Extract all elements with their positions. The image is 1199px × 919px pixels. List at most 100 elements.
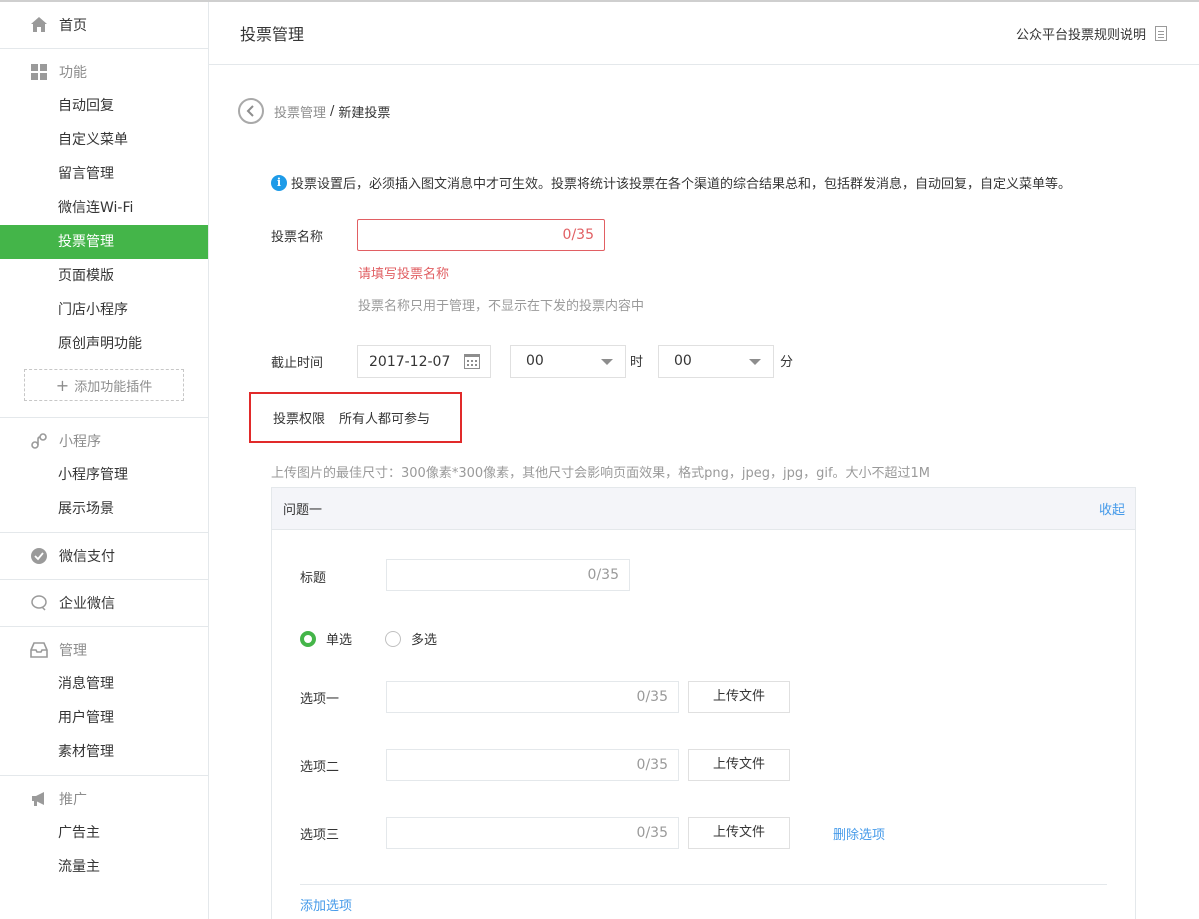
sidebar-item-materials[interactable]: 素材管理	[0, 735, 208, 769]
option-counter: 0/35	[636, 757, 668, 773]
vote-name-label: 投票名称	[271, 230, 324, 245]
minute-value: 00	[674, 353, 692, 369]
minute-unit: 分	[780, 355, 794, 370]
sidebar-item-pay[interactable]: 微信支付	[0, 539, 208, 573]
vote-type-radio-group: 单选 多选	[300, 629, 437, 648]
calendar-icon	[464, 354, 480, 369]
date-value: 2017-12-07	[369, 353, 451, 370]
sidebar-section-label: 功能	[59, 65, 87, 81]
breadcrumb: 投票管理 / 新建投票	[238, 98, 390, 124]
upload-file-button[interactable]: 上传文件	[688, 749, 790, 781]
chat-bubble-icon	[30, 594, 48, 612]
question-title-input[interactable]: 0/35	[386, 559, 630, 591]
sidebar-item-work[interactable]: 企业微信	[0, 586, 208, 620]
question-header: 问题一 收起	[272, 488, 1135, 530]
add-plugin-button[interactable]: + 添加功能插件	[24, 369, 184, 401]
info-icon: i	[271, 174, 287, 191]
sidebar-home-label: 首页	[59, 18, 87, 34]
chevron-down-icon	[601, 359, 613, 365]
info-tip-text: 投票设置后，必须插入图文消息中才可生效。投票将统计该投票在各个渠道的综合结果总和…	[291, 177, 1072, 192]
permission-value: 所有人都可参与	[339, 412, 431, 427]
sidebar-item-miniprogram-manage[interactable]: 小程序管理	[0, 458, 208, 492]
sidebar-item-original[interactable]: 原创声明功能	[0, 327, 208, 361]
sidebar-work-label: 企业微信	[59, 596, 115, 612]
vote-name-input[interactable]: 0/35	[357, 219, 605, 251]
sidebar-section-function: 功能	[0, 55, 208, 89]
rules-link[interactable]: 公众平台投票规则说明	[1016, 24, 1167, 43]
option-label: 选项二	[300, 760, 340, 775]
vote-name-hint: 投票名称只用于管理，不显示在下发的投票内容中	[358, 299, 645, 314]
hour-select[interactable]: 00	[510, 345, 626, 378]
sidebar-group-miniprogram: 小程序 小程序管理 展示场景	[0, 418, 208, 533]
sidebar-section-manage: 管理	[0, 633, 208, 667]
question-title-label: 标题	[300, 571, 327, 586]
wechat-pay-icon	[30, 547, 48, 565]
single-choice-label[interactable]: 单选	[326, 629, 352, 648]
sidebar-item-page-template[interactable]: 页面模版	[0, 259, 208, 293]
rules-link-label: 公众平台投票规则说明	[1015, 27, 1146, 43]
vote-name-error: 请填写投票名称	[358, 267, 450, 282]
megaphone-icon	[30, 790, 48, 808]
breadcrumb-parent[interactable]: 投票管理	[274, 102, 326, 121]
sidebar-item-advertiser[interactable]: 广告主	[0, 816, 208, 850]
option-input[interactable]: 0/35	[386, 749, 679, 781]
minute-select[interactable]: 00	[658, 345, 774, 378]
date-picker[interactable]: 2017-12-07	[357, 345, 491, 378]
sidebar-group-work: 企业微信	[0, 580, 208, 627]
multiple-choice-radio[interactable]	[385, 630, 402, 647]
collapse-link[interactable]: 收起	[1099, 499, 1125, 518]
chevron-down-icon	[749, 359, 761, 365]
sidebar-section-label: 管理	[59, 643, 87, 659]
question-title: 问题一	[283, 503, 323, 518]
document-icon	[1155, 25, 1167, 41]
sidebar-section-label: 推广	[59, 792, 87, 808]
option-label: 选项一	[300, 692, 340, 707]
sidebar-item-auto-reply[interactable]: 自动回复	[0, 89, 208, 123]
option-input[interactable]: 0/35	[386, 817, 679, 849]
sidebar-item-home[interactable]: 首页	[0, 8, 208, 42]
inbox-icon	[30, 641, 48, 659]
sidebar: 首页 功能 自动回复 自定义菜单 留言管理 微信连Wi-Fi 投票管理 页面模版…	[0, 2, 209, 919]
back-arrow-icon[interactable]	[238, 98, 264, 124]
add-option-link[interactable]: 添加选项	[300, 895, 352, 914]
add-plugin-label: 添加功能插件	[74, 379, 153, 395]
upload-file-button[interactable]: 上传文件	[688, 681, 790, 713]
sidebar-item-wifi[interactable]: 微信连Wi-Fi	[0, 191, 208, 225]
main-content: 投票管理 / 新建投票 i 投票设置后，必须插入图文消息中才可生效。投票将统计该…	[209, 65, 1199, 919]
permission-label: 投票权限	[273, 412, 326, 427]
vote-name-counter: 0/35	[562, 227, 594, 243]
sidebar-section-label: 小程序	[59, 434, 101, 450]
option-counter: 0/35	[636, 689, 668, 705]
sidebar-item-vote[interactable]: 投票管理	[0, 225, 208, 259]
upload-file-button[interactable]: 上传文件	[688, 817, 790, 849]
image-size-hint: 上传图片的最佳尺寸：300像素*300像素，其他尺寸会影响页面效果，格式png，…	[271, 466, 931, 481]
sidebar-section-promote: 推广	[0, 782, 208, 816]
vote-permission-highlight: 投票权限 所有人都可参与	[249, 392, 462, 443]
question-card: 问题一 收起 标题 0/35 单选 多选 选项一 0/35 上传文件 选项二 0…	[271, 487, 1136, 919]
sidebar-item-users[interactable]: 用户管理	[0, 701, 208, 735]
sidebar-item-comments[interactable]: 留言管理	[0, 157, 208, 191]
multiple-choice-label[interactable]: 多选	[411, 629, 437, 648]
sidebar-group-function: 功能 自动回复 自定义菜单 留言管理 微信连Wi-Fi 投票管理 页面模版 门店…	[0, 49, 208, 418]
sidebar-group-manage: 管理 消息管理 用户管理 素材管理	[0, 627, 208, 776]
delete-option-link[interactable]: 删除选项	[833, 824, 885, 843]
single-choice-radio[interactable]	[300, 630, 316, 647]
miniprogram-icon	[30, 432, 48, 450]
breadcrumb-separator: /	[330, 103, 335, 119]
sidebar-pay-label: 微信支付	[59, 549, 115, 565]
top-bar: 投票管理 公众平台投票规则说明	[209, 2, 1199, 65]
sidebar-item-messages[interactable]: 消息管理	[0, 667, 208, 701]
option-counter: 0/35	[636, 825, 668, 841]
option-input[interactable]: 0/35	[386, 681, 679, 713]
grid-icon	[30, 63, 48, 81]
option-label: 选项三	[300, 828, 340, 843]
sidebar-item-publisher[interactable]: 流量主	[0, 850, 208, 884]
sidebar-group-home: 首页	[0, 2, 208, 49]
hour-unit: 时	[630, 355, 644, 370]
sidebar-item-store[interactable]: 门店小程序	[0, 293, 208, 327]
sidebar-item-custom-menu[interactable]: 自定义菜单	[0, 123, 208, 157]
sidebar-group-promote: 推广 广告主 流量主	[0, 776, 208, 890]
sidebar-item-showcase[interactable]: 展示场景	[0, 492, 208, 526]
hour-value: 00	[526, 353, 544, 369]
plus-icon: +	[55, 375, 70, 395]
